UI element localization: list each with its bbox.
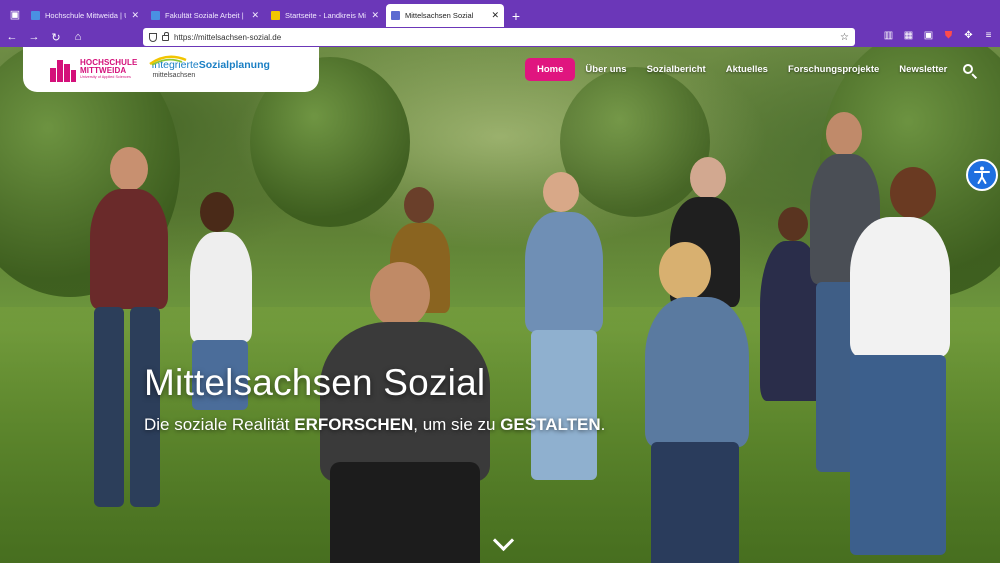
main-navigation: Home Über uns Sozialbericht Aktuelles Fo… [525,58,957,81]
browser-tab-bar: ▣ Hochschule Mittweida | Univers ✕ Fakul… [0,0,1000,27]
extensions-icon[interactable]: ✥ [963,30,974,41]
nav-item-home[interactable]: Home [525,58,576,81]
favicon-icon [391,11,400,20]
address-bar[interactable]: https://mittelsachsen-sozial.de ☆ [143,28,855,46]
extensions-area: ▥ ▦ ▣ ⛊ ✥ ≡ [883,30,994,41]
website-viewport: HOCHSCHULE MITTWEIDA University of Appli… [0,47,1000,563]
library-icon[interactable]: ▥ [883,30,894,41]
nav-item-newsletter[interactable]: Newsletter [889,58,957,81]
accessibility-icon[interactable] [966,159,998,191]
hochschule-mittweida-logo[interactable]: HOCHSCHULE MITTWEIDA University of Appli… [50,58,137,82]
tab-title: Startseite - Landkreis Mittelsach [285,11,366,20]
tab-title: Hochschule Mittweida | Univers [45,11,126,20]
lock-icon[interactable] [162,32,169,41]
forward-icon[interactable]: → [28,31,40,43]
integrierte-sozialplanung-logo[interactable]: IntegrierteSozialplanung mittelsachsen [149,55,270,79]
hsm-tagline: University of Applied Sciences [80,75,131,80]
browser-tab[interactable]: Fakultät Soziale Arbeit | HS Mitt ✕ [146,4,264,27]
nav-item-aktuelles[interactable]: Aktuelles [716,58,778,81]
home-icon[interactable]: ⌂ [72,31,84,43]
shield-icon[interactable] [149,32,157,42]
swoosh-icon [149,55,187,67]
isp-region: mittelsachsen [152,71,196,79]
search-icon[interactable] [962,63,978,80]
accessibility-figure-icon [974,166,990,184]
close-icon[interactable]: ✕ [371,10,379,21]
favicon-icon [271,11,280,20]
nav-item-ueber-uns[interactable]: Über uns [575,58,636,81]
ublock-icon[interactable]: ⛊ [943,30,954,41]
menu-icon[interactable]: ≡ [983,30,994,41]
tab-title: Mittelsachsen Sozial [405,11,474,20]
bookmark-star-icon[interactable]: ☆ [840,32,849,43]
browser-tab[interactable]: Hochschule Mittweida | Univers ✕ [26,4,144,27]
favicon-icon [151,11,160,20]
browser-tab-active[interactable]: Mittelsachsen Sozial ✕ [386,4,504,27]
url-text[interactable]: https://mittelsachsen-sozial.de [174,33,835,42]
nav-item-forschungsprojekte[interactable]: Forschungsprojekte [778,58,889,81]
hero-title: Mittelsachsen Sozial [144,362,486,403]
chevron-down-icon[interactable] [492,535,514,551]
tab-list-icon[interactable]: ▣ [4,3,26,25]
close-icon[interactable]: ✕ [251,10,259,21]
hero-subtitle: Die soziale Realität ERFORSCHEN, um sie … [144,415,606,434]
tab-title: Fakultät Soziale Arbeit | HS Mitt [165,11,246,20]
browser-tab[interactable]: Startseite - Landkreis Mittelsach ✕ [266,4,384,27]
grid-extension-icon[interactable]: ▦ [903,30,914,41]
back-icon[interactable]: ← [6,31,18,43]
hsm-line2: MITTWEIDA [80,66,127,76]
hsm-logo-text: HOCHSCHULE MITTWEIDA University of Appli… [80,59,137,80]
favicon-icon [31,11,40,20]
close-icon[interactable]: ✕ [491,10,499,21]
hsm-logo-mark [50,58,76,82]
logo-card[interactable]: HOCHSCHULE MITTWEIDA University of Appli… [23,47,319,92]
qr-extension-icon[interactable]: ▣ [923,30,934,41]
reload-icon[interactable]: ↻ [50,31,62,44]
new-tab-icon[interactable]: + [506,4,526,27]
nav-item-sozialbericht[interactable]: Sozialbericht [637,58,716,81]
browser-toolbar: ← → ↻ ⌂ https://mittelsachsen-sozial.de … [0,27,1000,47]
close-icon[interactable]: ✕ [131,10,139,21]
